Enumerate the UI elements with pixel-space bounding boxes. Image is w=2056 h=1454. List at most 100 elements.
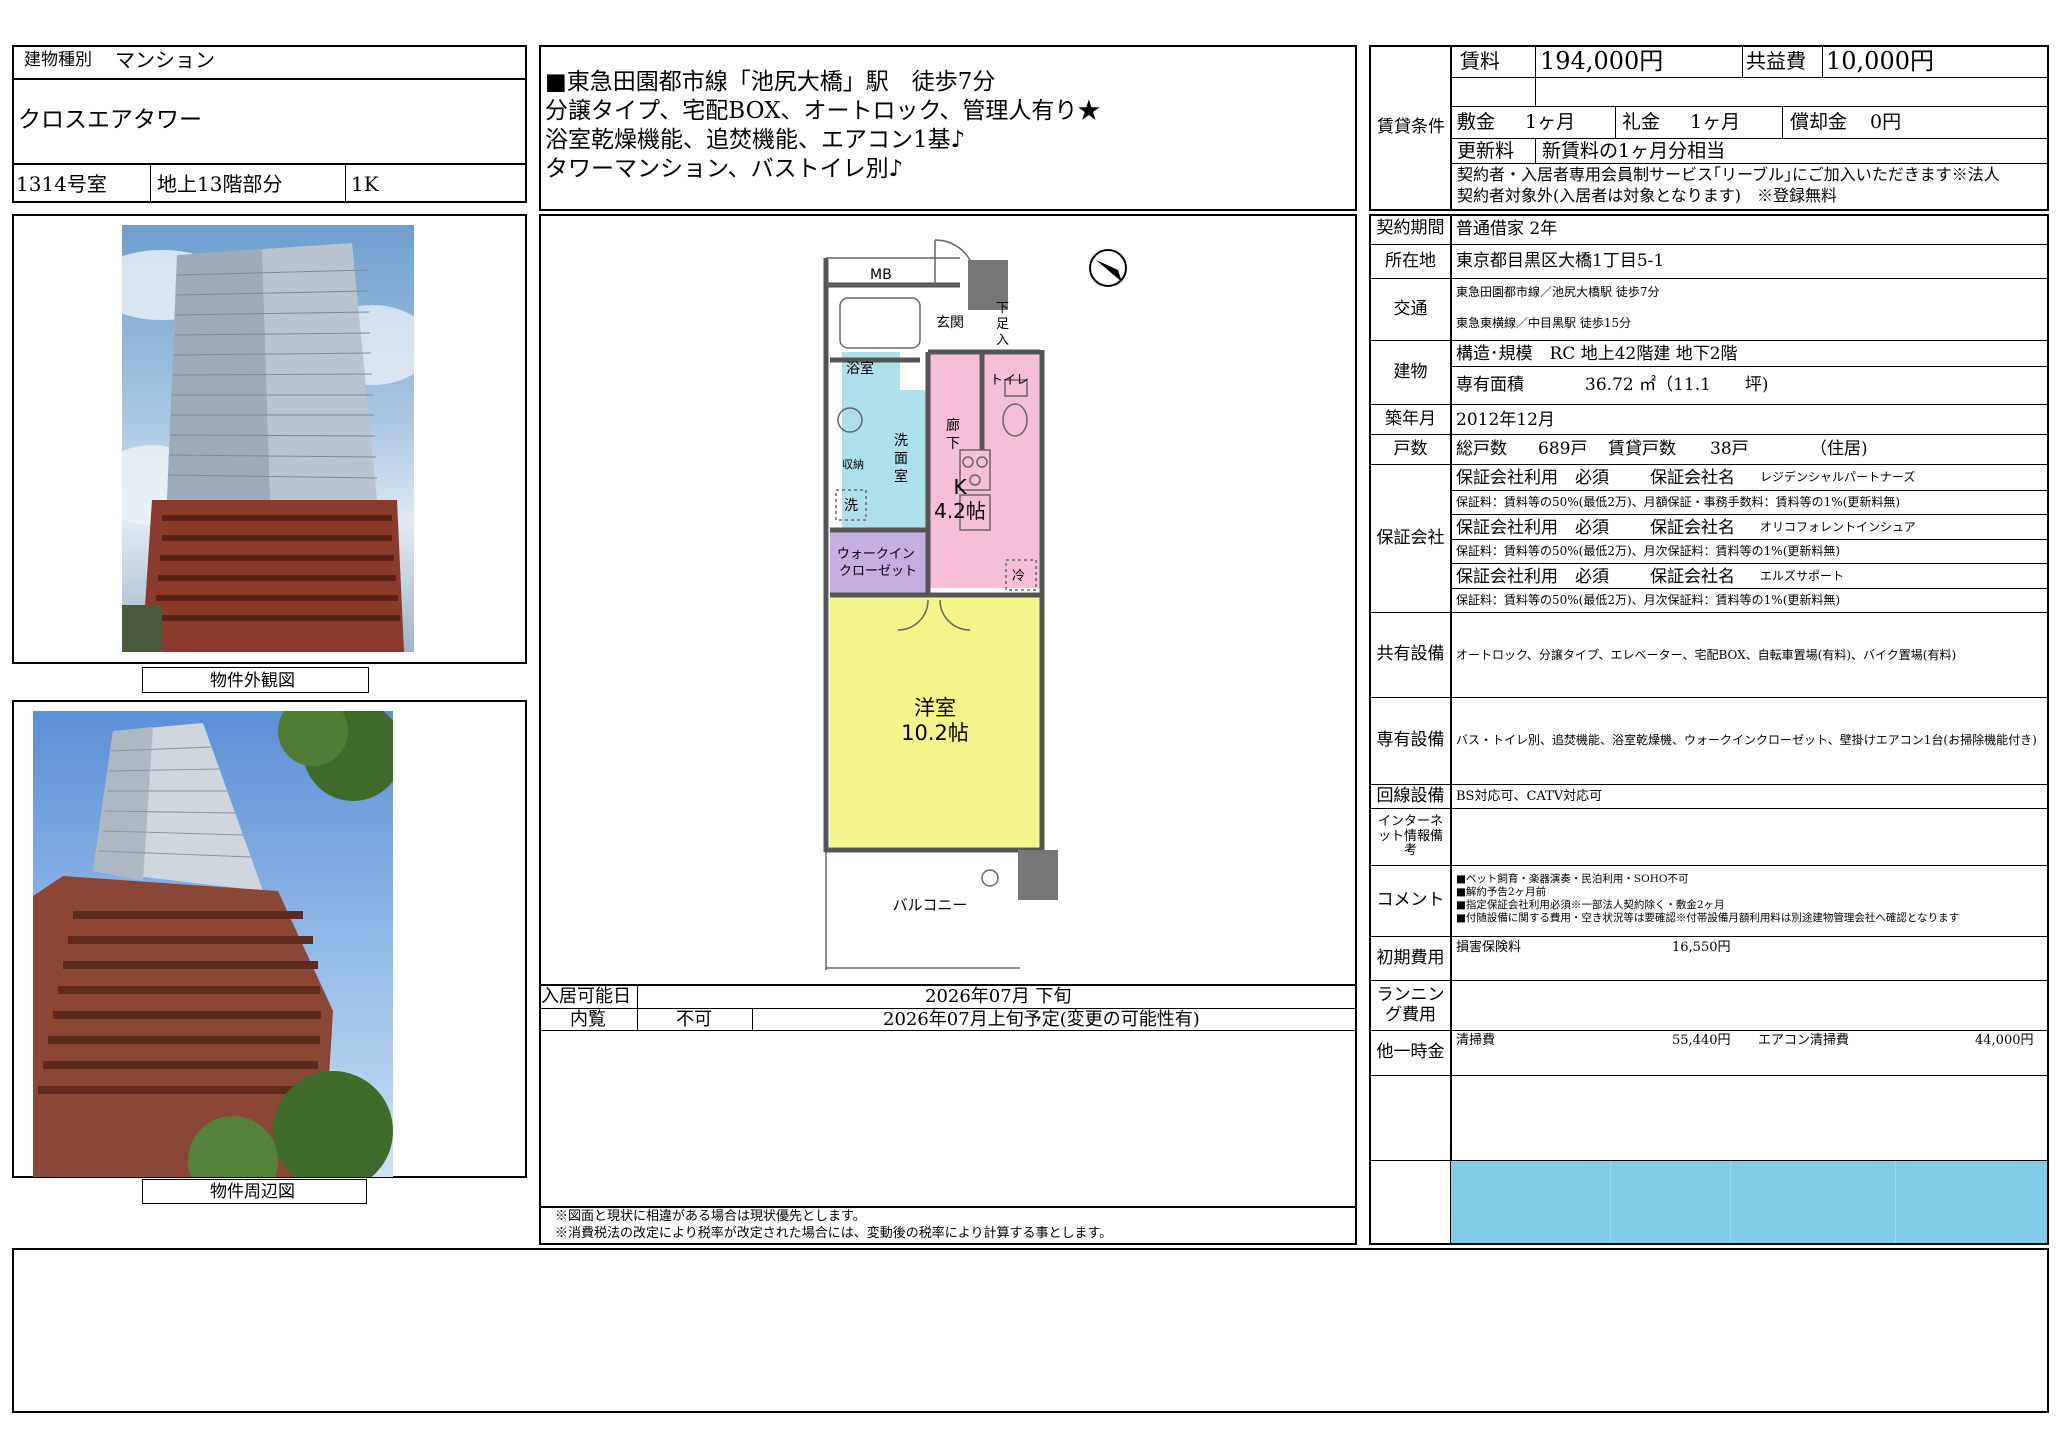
guarantor-3-name: エルズサポート [1760, 569, 1845, 583]
initial-cost-item: 損害保険料 [1456, 940, 1522, 955]
washroom-2: 面 [894, 451, 908, 467]
units-note: （住居) [1810, 439, 1868, 459]
guarantor-2-fee: 保証料：賃料等の50%(最低2万)、月次保証料：賃料等の1%(更新料無) [1456, 544, 1841, 558]
building-label: 建物 [1393, 361, 1428, 382]
private-facilities-value: バス・トイレ別、追焚機能、浴室乾燥機、ウォークインクローゼット、壁掛けエアコン1… [1456, 733, 2037, 747]
note-2: ※消費税法の改定により税率が改定された場合には、変動後の税率により計算する事とし… [555, 1226, 1113, 1241]
room-toilet: トイレ [990, 373, 1029, 388]
wic-2: クローゼット [839, 564, 917, 579]
transport-label: 交通 [1393, 298, 1428, 319]
headline-line-1: ■東急田園都市線「池尻大橋」駅 徒歩7分 [545, 69, 996, 95]
floorplan: MB 玄関 下 足 入 浴室 トイレ 洗 面 室 廊 下 収納 洗 K 4.2帖… [800, 230, 1140, 970]
washroom-3: 室 [894, 468, 908, 485]
bottom-blank-panel [12, 1248, 2049, 1413]
units-rent-label: 賃貸戸数 [1608, 439, 1676, 459]
conditions-remark-2: 契約者対象外(入居者は対象となります) ※登録無料 [1457, 186, 1838, 205]
guarantee-label: 保証会社 [1376, 527, 1445, 548]
headline-line-2: 分譲タイプ、宅配BOX、オートロック、管理人有り★ [545, 98, 1101, 124]
guarantor-2-name: オリコフォレントインシュア [1760, 520, 1916, 534]
exterior-caption-text: 物件外観図 [210, 671, 295, 691]
room-balcony: バルコニー [893, 896, 968, 914]
guarantor-2-use: 保証会社利用 必須 [1456, 518, 1609, 538]
area-value: 36.72 ㎡（11.1 坪) [1585, 375, 1769, 395]
rent-label: 賃料 [1460, 49, 1500, 73]
key-money-label: 礼金 [1622, 111, 1661, 133]
other-fee-1-item: 清掃費 [1456, 1033, 1496, 1048]
layout-type: 1K [351, 172, 379, 196]
structure-value: 構造･規模 RC 地上42階建 地下2階 [1456, 344, 1738, 364]
key-money-value: 1ヶ月 [1690, 111, 1741, 133]
running-cost-label: ランニング費用 [1376, 984, 1445, 1025]
footer-color-bar [1451, 1161, 2047, 1243]
guarantor-1-fee: 保証料：賃料等の50%(最低2万)、月額保証・事務手数料：賃料等の1%(更新料無… [1456, 495, 1901, 509]
comment-3: ■指定保証会社利用必須※一部法人契約除く・敷金2ヶ月 [1456, 899, 1725, 911]
comment-1: ■ペット飼育・楽器演奏・民泊利用・SOHO不可 [1456, 873, 1689, 885]
guarantor-1-use: 保証会社利用 必須 [1456, 468, 1609, 488]
note-1: ※図面と現状に相違がある場合は現状優先とします。 [555, 1209, 866, 1224]
corridor-1: 廊 [946, 417, 960, 434]
internet-label: インターネット情報備考 [1377, 813, 1443, 859]
address-label: 所在地 [1385, 250, 1436, 271]
viewing-label: 内覧 [570, 1009, 606, 1030]
washroom-1: 洗 [894, 433, 908, 449]
guarantor-1-name: レジデンシャルパートナーズ [1760, 470, 1916, 484]
units-total-value: 689戸 [1538, 439, 1588, 459]
wic-1: ウォークイン [837, 547, 915, 562]
room-kitchen: K [953, 475, 967, 499]
comment-label: コメント [1376, 890, 1445, 911]
shoe-box-1: 下 [996, 301, 1009, 316]
guarantor-2-name-label: 保証会社名 [1650, 518, 1735, 538]
common-fee-value: 10,000円 [1826, 47, 1934, 75]
room-fridge: 冷 [1012, 569, 1025, 584]
units-total-label: 総戸数 [1456, 439, 1507, 459]
move-in-value: 2026年07月 下旬 [925, 986, 1072, 1007]
room-washer: 洗 [844, 498, 858, 514]
surroundings-photo [33, 711, 393, 1177]
viewing-value: 不可 [676, 1009, 712, 1030]
line-facilities-label: 回線設備 [1376, 785, 1445, 806]
headline-line-4: タワーマンション、バストイレ別♪ [545, 156, 904, 182]
contract-label: 契約期間 [1376, 218, 1445, 239]
room-shoe-box: 下 足 入 [996, 301, 1013, 348]
initial-cost-label: 初期費用 [1376, 947, 1445, 968]
guarantor-1-name-label: 保証会社名 [1650, 468, 1735, 488]
guarantor-3-name-label: 保証会社名 [1650, 567, 1735, 587]
built-value: 2012年12月 [1456, 410, 1555, 430]
units-rent-value: 38戸 [1710, 439, 1749, 459]
built-label: 築年月 [1385, 408, 1436, 429]
viewing-note: 2026年07月上旬予定(変更の可能性有) [883, 1009, 1200, 1030]
room-western-size: 10.2帖 [901, 721, 969, 745]
headline-line-3: 浴室乾燥機能、追焚機能、エアコン1基♪ [545, 127, 966, 153]
conditions-label: 賃貸条件 [1377, 117, 1445, 138]
transport-1: 東急田園都市線／池尻大橋駅 徒歩7分 [1456, 285, 1660, 299]
amortization-value: 0円 [1870, 111, 1902, 133]
shared-facilities-value: オートロック、分譲タイプ、エレベーター、宅配BOX、自転車置場(有料)、バイク置… [1456, 648, 1957, 662]
amortization-label: 償却金 [1790, 111, 1848, 133]
contract-value: 普通借家 2年 [1456, 219, 1558, 239]
deposit-label: 敷金 [1457, 111, 1496, 133]
renewal-value: 新賃料の1ヶ月分相当 [1542, 140, 1726, 162]
common-fee-label: 共益費 [1746, 49, 1806, 73]
room-number: 1314号室 [16, 172, 107, 196]
details-table [1369, 214, 2049, 1245]
guarantor-3-use: 保証会社利用 必須 [1456, 567, 1609, 587]
shoe-box-3: 入 [996, 333, 1009, 348]
room-storage: 収納 [842, 458, 864, 471]
comment-4: ■付随設備に関する費用・空き状況等は要確認※付帯設備月額利用料は別途建物管理会社… [1456, 912, 1960, 924]
floor-info: 地上13階部分 [157, 172, 283, 196]
room-kitchen-size: 4.2帖 [934, 499, 986, 523]
room-mb: MB [870, 267, 892, 283]
address-value: 東京都目黒区大橋1丁目5-1 [1456, 251, 1665, 271]
deposit-value: 1ヶ月 [1525, 111, 1576, 133]
comment-2: ■解約予告2ヶ月前 [1456, 886, 1547, 898]
corridor-2: 下 [946, 436, 960, 452]
other-fee-2-item: エアコン清掃費 [1758, 1033, 1850, 1048]
building-name: クロスエアタワー [18, 107, 202, 133]
renewal-label: 更新料 [1457, 140, 1515, 162]
area-label: 専有面積 [1456, 375, 1524, 395]
transport-2: 東急東横線／中目黒駅 徒歩15分 [1456, 316, 1632, 330]
wic-area [830, 530, 928, 595]
move-in-label: 入居可能日 [541, 986, 631, 1007]
building-type-value: マンション [115, 48, 215, 72]
line-facilities-value: BS対応可、CATV対応可 [1456, 789, 1603, 804]
